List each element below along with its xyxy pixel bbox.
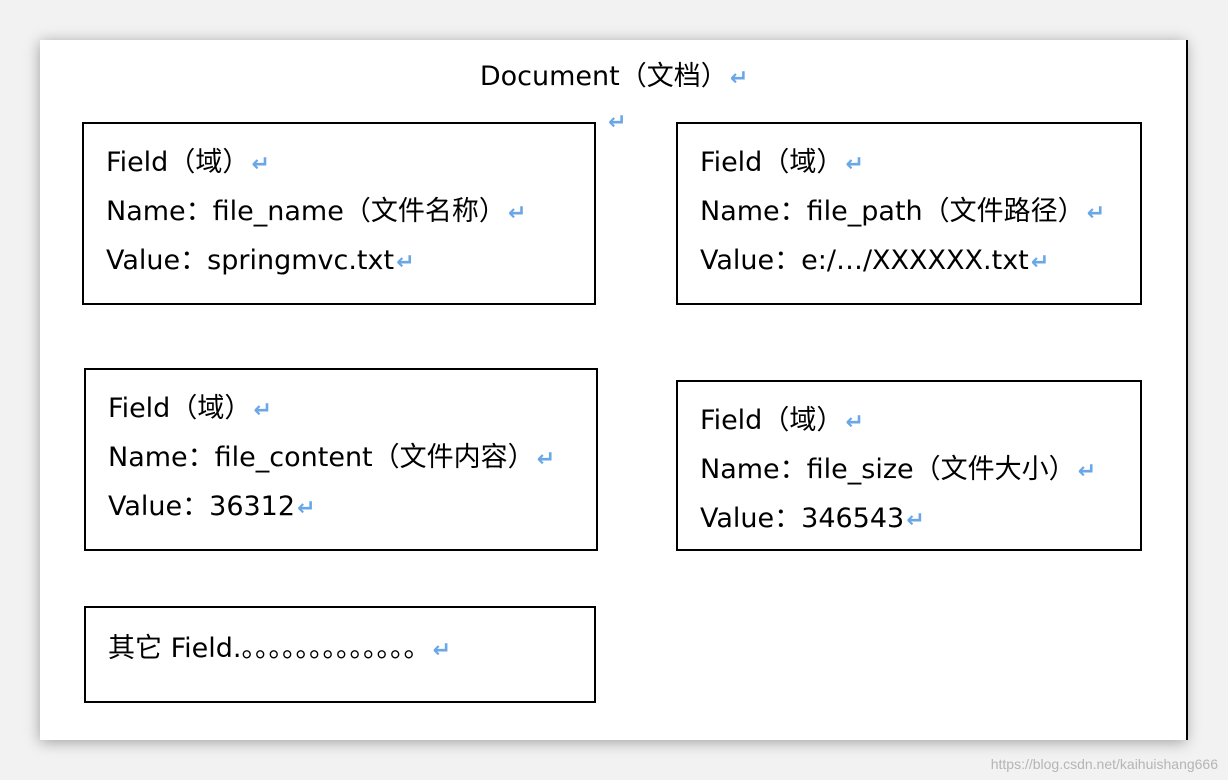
return-mark-icon: ↵ [432, 638, 451, 663]
field-name-line: Name：file_content（文件内容）↵ [108, 433, 596, 482]
field-name-text: Name：file_content（文件内容） [108, 442, 535, 473]
field-value-line: Value：springmvc.txt↵ [106, 236, 594, 285]
other-fields-line: 其它 Field.。。。。。。。。。。。。。↵ [108, 624, 594, 673]
field-name-text: Name：file_name（文件名称） [106, 196, 506, 227]
return-mark-icon: ↵ [845, 410, 864, 435]
field-name-text: Name：file_path（文件路径） [700, 196, 1085, 227]
return-mark-icon: ↵ [608, 110, 627, 135]
page-edge-line [1186, 40, 1188, 740]
return-mark-icon: ↵ [251, 152, 270, 177]
return-mark-icon: ↵ [536, 447, 556, 472]
field-name-line: Name：file_size（文件大小）↵ [700, 445, 1140, 494]
field-heading-text: Field（域） [700, 147, 844, 178]
field-value-text: Value：e:/…/XXXXXX.txt [700, 245, 1029, 276]
other-fields-box: 其它 Field.。。。。。。。。。。。。。↵ [84, 606, 596, 703]
return-mark-icon: ↵ [507, 201, 527, 226]
field-heading: Field（域）↵ [700, 396, 1140, 445]
field-value-line: Value：36312↵ [108, 482, 596, 531]
field-heading-text: Field（域） [700, 405, 844, 436]
field-heading: Field（域）↵ [108, 384, 596, 433]
field-value-line: Value：346543↵ [700, 494, 1140, 543]
field-name-text: Name：file_size（文件大小） [700, 454, 1076, 485]
field-box-file-content: Field（域）↵ Name：file_content（文件内容）↵ Value… [84, 368, 598, 551]
field-heading-text: Field（域） [108, 393, 252, 424]
return-mark-icon: ↵ [906, 508, 925, 533]
return-mark-icon: ↵ [845, 152, 864, 177]
field-value-text: Value：346543 [700, 503, 905, 534]
field-name-line: Name：file_path（文件路径）↵ [700, 187, 1140, 236]
field-heading-text: Field（域） [106, 147, 250, 178]
return-mark-icon: ↵ [1030, 250, 1050, 275]
field-box-file-path: Field（域）↵ Name：file_path（文件路径）↵ Value：e:… [676, 122, 1142, 305]
field-value-line: Value：e:/…/XXXXXX.txt↵ [700, 236, 1140, 285]
return-mark-icon: ↵ [253, 398, 272, 423]
return-mark-icon: ↵ [396, 250, 415, 275]
field-name-line: Name：file_name（文件名称）↵ [106, 187, 594, 236]
document-title: Document（文档）↵ [0, 58, 1228, 98]
field-heading: Field（域）↵ [106, 138, 594, 187]
field-box-file-size: Field（域）↵ Name：file_size（文件大小）↵ Value：34… [676, 380, 1142, 551]
document-title-text: Document（文档） [479, 61, 728, 92]
return-mark-icon: ↵ [729, 66, 749, 91]
field-value-text: Value：springmvc.txt [106, 245, 395, 276]
return-mark-icon: ↵ [1077, 459, 1097, 484]
field-heading: Field（域）↵ [700, 138, 1140, 187]
watermark: https://blog.csdn.net/kaihuishang666 [990, 756, 1218, 772]
field-box-file-name: Field（域）↵ Name：file_name（文件名称）↵ Value：sp… [82, 122, 596, 305]
other-fields-text: 其它 Field.。。。。。。。。。。。。。 [108, 633, 431, 664]
return-mark-icon: ↵ [297, 496, 316, 521]
return-mark-icon: ↵ [1086, 201, 1106, 226]
field-value-text: Value：36312 [108, 491, 296, 522]
